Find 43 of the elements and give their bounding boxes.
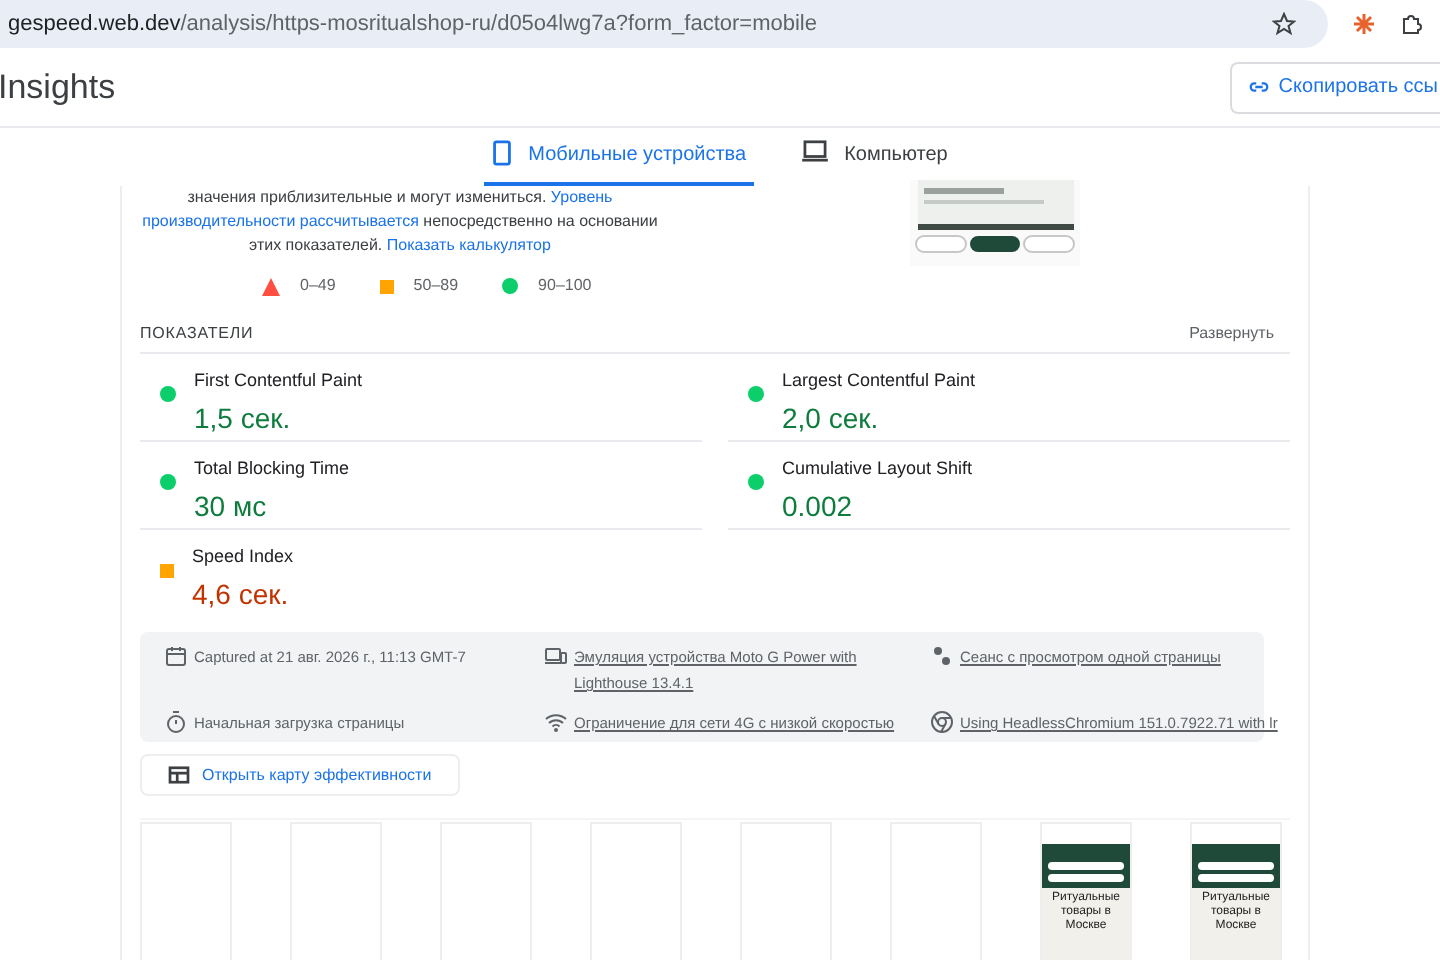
metric-value: 2,0 сек.	[782, 399, 881, 437]
section-title: ПОКАЗАТЕЛИ	[140, 321, 254, 345]
people-icon	[930, 644, 954, 668]
asterisk-icon[interactable]	[1352, 12, 1376, 36]
metric-label: Cumulative Layout Shift	[782, 456, 973, 482]
legend-label: 50–89	[413, 274, 459, 298]
star-icon[interactable]	[1272, 12, 1296, 36]
timer-icon	[164, 710, 188, 734]
link-icon	[1248, 76, 1271, 98]
metric-label: Total Blocking Time	[194, 456, 350, 482]
intro-link[interactable]: Уровень	[550, 188, 613, 206]
legend-label: 0–49	[300, 274, 336, 298]
metric-value: 4,6 сек.	[192, 575, 291, 613]
laptop-icon	[802, 140, 829, 162]
metric-label: Largest Contentful Paint	[782, 368, 976, 394]
phone-icon	[492, 140, 513, 166]
url-host: gespeed.web.dev	[8, 9, 181, 40]
expand-toggle[interactable]: Развернуть	[1189, 321, 1274, 345]
chrome-icon	[930, 710, 954, 734]
copy-link-button[interactable]: Скопировать ссы	[1230, 61, 1440, 113]
wifi-icon	[544, 710, 568, 734]
address-bar[interactable]: gespeed.web.dev/analysis/https-mosritualshop-ru/d05o4lwg7a?form_factor=mobile	[0, 0, 1328, 48]
page-title: Insights	[0, 65, 116, 110]
puzzle-icon[interactable]	[1400, 12, 1424, 36]
devices-icon	[544, 644, 568, 668]
calendar-icon	[164, 644, 188, 668]
metric-label: Speed Index	[192, 544, 294, 570]
metric-value: 30 мс	[194, 487, 269, 525]
intro-text: значения приблизительные и могут измениться. Уровень производительности рассчитывается непосредственно на основании этих показателей. Показать калькулятор	[140, 186, 660, 258]
metric-value: 0.002	[782, 487, 855, 525]
metric-value: 1,5 сек.	[194, 399, 293, 437]
treemap-button[interactable]: Открыть карту эффективности	[140, 754, 460, 796]
triangle-icon	[262, 277, 280, 295]
table-icon	[168, 766, 190, 784]
legend-label: 90–100	[538, 274, 592, 298]
square-icon	[379, 279, 394, 293]
url-path: /analysis/https-mosritualshop-ru/d05o4lwg7a?form_factor=mobile	[180, 9, 817, 40]
device-tab[interactable]: Мобильные устройства	[484, 140, 755, 186]
intro-link[interactable]: производительности рассчитывается	[142, 212, 419, 230]
calculator-link[interactable]: Показать калькулятор	[386, 236, 551, 254]
metric-label: First Contentful Paint	[194, 368, 363, 394]
square-icon	[160, 564, 174, 578]
device-tab[interactable]: Компьютер	[794, 140, 956, 186]
